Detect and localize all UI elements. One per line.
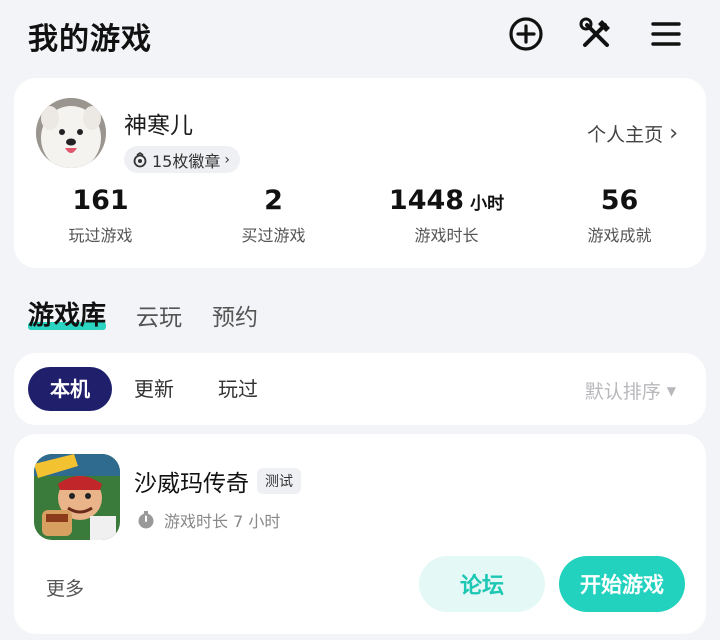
username: 神寒儿 [124,113,193,139]
chevron-right-icon: › [669,121,678,146]
tab-cloud-play[interactable]: 云玩 [136,298,182,332]
more-button[interactable]: 更多 [46,574,84,601]
badges-pill[interactable]: 15枚徽章 › [124,146,240,173]
sort-dropdown[interactable]: 默认排序 ▼ [585,377,676,404]
stat-label: 游戏时长 [414,226,479,245]
filter-chip-updates[interactable]: 更新 [112,367,196,411]
profile-home-label: 个人主页 [587,124,664,146]
stat-value: 161 [72,185,129,216]
caret-down-icon: ▼ [666,383,676,398]
stat-label: 游戏成就 [587,226,652,245]
profile-home-link[interactable]: 个人主页 › [587,120,678,147]
game-icon[interactable] [34,454,120,540]
playtime-text: 游戏时长 7 小时 [164,512,281,531]
page-title: 我的游戏 [28,22,152,57]
tab-reservations[interactable]: 预约 [212,298,258,332]
forum-button[interactable]: 论坛 [419,556,545,612]
badges-count: 15枚徽章 [152,151,221,171]
stat-label: 买过游戏 [241,226,306,245]
avatar[interactable] [36,98,106,168]
stat-value: 1448 [388,185,465,216]
filter-chip-played[interactable]: 玩过 [196,367,280,411]
game-title-row: 沙威玛传奇 测试 [134,464,301,498]
playtime-row: 游戏时长 7 小时 [136,508,280,532]
stopwatch-icon [138,511,154,529]
stats-row: 161 玩过游戏 2 买过游戏 1448 小时 游戏时长 56 游戏成就 [14,184,706,254]
stat-achievements[interactable]: 56 游戏成就 [533,184,706,254]
stat-play-hours[interactable]: 1448 小时 游戏时长 [360,184,533,254]
profile-card: 神寒儿 15枚徽章 › 个人主页 › 161 玩过游戏 2 买过游戏 1448 小… [14,78,706,268]
stat-value: 2 [264,185,283,216]
add-circle-icon[interactable] [506,14,546,54]
stat-bought-games[interactable]: 2 买过游戏 [187,184,360,254]
stat-unit: 小时 [470,194,505,214]
menu-icon[interactable] [646,14,686,54]
stat-label: 玩过游戏 [68,226,133,245]
chevron-right-icon: › [224,151,230,168]
game-card: 沙威玛传奇 测试 游戏时长 7 小时 更多 论坛 开始游戏 [14,434,706,634]
start-game-button[interactable]: 开始游戏 [559,556,685,612]
game-title[interactable]: 沙威玛传奇 [134,464,249,498]
top-bar: 我的游戏 [0,0,720,70]
stat-value: 56 [600,185,639,216]
sort-label: 默认排序 [584,381,661,403]
filter-bar: 本机 更新 玩过 默认排序 ▼ [14,353,706,425]
filter-chips: 本机 更新 玩过 [28,367,280,411]
medal-icon [133,151,147,167]
tab-game-library[interactable]: 游戏库 [28,295,107,332]
library-tabs: 游戏库 云玩 预约 [28,292,258,332]
filter-chip-local[interactable]: 本机 [28,367,112,411]
stat-played-games[interactable]: 161 玩过游戏 [14,184,187,254]
tools-icon[interactable] [576,14,616,54]
test-tag: 测试 [257,468,301,494]
